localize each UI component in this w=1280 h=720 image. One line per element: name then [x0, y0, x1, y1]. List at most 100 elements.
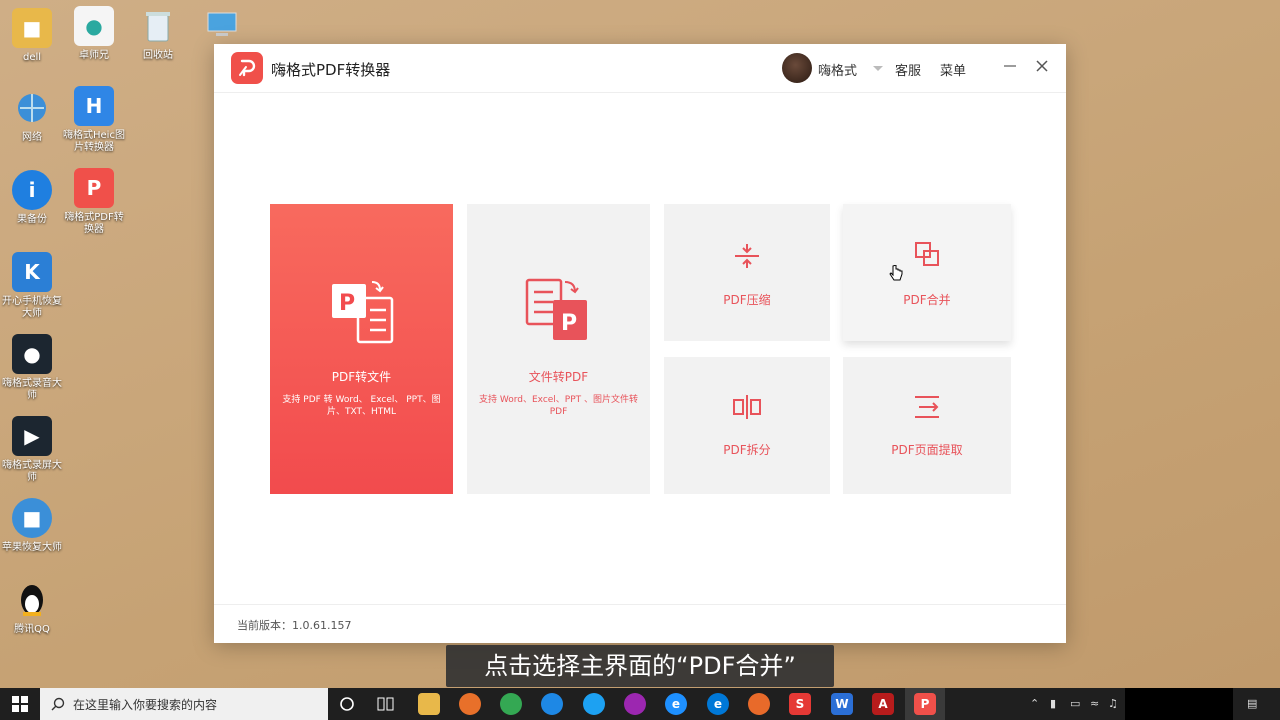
- compress-icon: [735, 244, 759, 268]
- app-icon: ●: [74, 6, 114, 46]
- tile-label: PDF拆分: [723, 443, 771, 457]
- network-icon: [12, 88, 52, 128]
- tile-description: 支持 PDF 转 Word、 Excel、 PPT、图片、TXT、HTML: [282, 395, 441, 417]
- desktop-icon-recycle-bin[interactable]: 回收站: [126, 6, 190, 62]
- tile-pdf-merge[interactable]: PDF合并: [843, 204, 1011, 341]
- sogou-icon[interactable]: S: [789, 693, 811, 715]
- close-icon[interactable]: [1032, 56, 1052, 76]
- notification-icon[interactable]: ▤: [1247, 697, 1257, 710]
- heic-app-icon: H: [74, 86, 114, 126]
- search-icon: [51, 697, 65, 711]
- desktop-icon-label: 果备份: [17, 214, 47, 225]
- extract-icon: [915, 396, 939, 418]
- tile-pdf-compress[interactable]: PDF压缩: [664, 204, 830, 341]
- customer-service-link[interactable]: 客服: [895, 60, 921, 79]
- recycle-bin-icon: [138, 6, 178, 46]
- player-icon[interactable]: [624, 693, 646, 715]
- desktop-icon-label: 苹果恢复大师: [2, 542, 62, 553]
- info-icon: i: [12, 170, 52, 210]
- tile-file-to-pdf[interactable]: P 文件转PDF 支持 Word、Excel、PPT 、图片文件转 PDF: [467, 204, 650, 494]
- start-button[interactable]: [0, 688, 40, 720]
- desktop-icon-network[interactable]: 网络: [0, 88, 64, 144]
- wps-writer-icon[interactable]: W: [831, 693, 853, 715]
- task-view-icon[interactable]: [375, 693, 397, 715]
- pdf-app-icon: P: [74, 168, 114, 208]
- tile-label: PDF合并: [903, 293, 951, 307]
- desktop-icon-zhuoshixiong[interactable]: ● 卓师兄: [62, 6, 126, 62]
- desktop-icon-label: 嗨格式录音大师: [2, 378, 62, 401]
- chrome-icon[interactable]: [500, 693, 522, 715]
- battery-icon[interactable]: ▭: [1070, 697, 1080, 710]
- file-explorer-icon[interactable]: [418, 693, 440, 715]
- edge-icon[interactable]: e: [707, 693, 729, 715]
- desktop-icon-phone-recovery[interactable]: K 开心手机恢复大师: [0, 252, 64, 320]
- chevron-up-icon[interactable]: ⌃: [1030, 697, 1039, 710]
- desktop-icon-label: dell: [22, 52, 42, 63]
- chevron-down-icon[interactable]: [873, 66, 883, 71]
- ie-icon[interactable]: e: [665, 693, 687, 715]
- tile-label: 文件转PDF: [528, 370, 589, 384]
- desktop-icon-label: 回收站: [143, 50, 173, 61]
- video-app-icon[interactable]: [748, 693, 770, 715]
- desktop-icon-audio-recorder[interactable]: ● 嗨格式录音大师: [0, 334, 64, 402]
- avatar[interactable]: [782, 53, 812, 83]
- version-text: 当前版本：1.0.61.157: [237, 619, 352, 632]
- merge-icon: [915, 242, 939, 266]
- svg-text:P: P: [561, 311, 577, 336]
- app-logo-icon: [231, 52, 263, 84]
- desktop-icon-pdf-converter[interactable]: P 嗨格式PDF转换器: [62, 168, 126, 236]
- window-footer: 当前版本：1.0.61.157: [214, 604, 1066, 643]
- taskbar: 在这里输入你要搜索的内容 e e S W A P ⌃ ▮ ▭ ≈ ♫ ▤: [0, 688, 1280, 720]
- minimize-icon[interactable]: [1000, 56, 1020, 76]
- k-app-icon: K: [12, 252, 52, 292]
- title-bar: 嗨格式PDF转换器 嗨格式 客服 菜单: [214, 44, 1066, 93]
- cube-icon: ■: [12, 498, 52, 538]
- tile-description: 支持 Word、Excel、PPT 、图片文件转 PDF: [478, 395, 639, 417]
- windows-logo-icon: [12, 696, 28, 712]
- wifi-icon[interactable]: ≈: [1090, 697, 1099, 710]
- pdf-converter-window: 嗨格式PDF转换器 嗨格式 客服 菜单 P PDF转文件 支持 PDF 转 Wo…: [214, 44, 1066, 643]
- microphone-icon[interactable]: ▮: [1050, 697, 1056, 710]
- split-icon: [733, 395, 761, 419]
- video-camera-icon: ▶: [12, 416, 52, 456]
- app-title: 嗨格式PDF转换器: [271, 61, 391, 79]
- cortana-icon[interactable]: [336, 693, 358, 715]
- desktop-icon-label: 嗨格式Heic图片转换器: [63, 130, 125, 153]
- hand-cursor-icon: [889, 265, 903, 281]
- tile-label: PDF压缩: [723, 293, 771, 307]
- volume-icon[interactable]: ♫: [1108, 697, 1118, 710]
- penguin-icon: [12, 580, 52, 620]
- desktop-icon-label: 腾讯QQ: [14, 624, 50, 635]
- computer-icon: [202, 6, 242, 46]
- desktop-icon-label: 卓师兄: [79, 50, 109, 61]
- video-caption: 点击选择主界面的“PDF合并”: [446, 645, 834, 687]
- tile-pdf-split[interactable]: PDF拆分: [664, 357, 830, 494]
- tile-label: PDF转文件: [331, 370, 392, 384]
- firefox-icon[interactable]: [459, 693, 481, 715]
- search-placeholder: 在这里输入你要搜索的内容: [73, 698, 218, 712]
- desktop-icon-apple-recovery[interactable]: ■ 苹果恢复大师: [0, 498, 64, 554]
- tile-label: PDF页面提取: [891, 443, 963, 457]
- desktop-icon-dell[interactable]: ■ dell: [0, 8, 64, 64]
- taskbar-search[interactable]: 在这里输入你要搜索的内容: [40, 688, 328, 720]
- browser-icon[interactable]: [541, 693, 563, 715]
- clock[interactable]: [1125, 688, 1233, 720]
- desktop-icon-screen-recorder[interactable]: ▶ 嗨格式录屏大师: [0, 416, 64, 484]
- pdf-to-file-icon: P: [332, 281, 394, 344]
- pdf-converter-taskbar-icon[interactable]: P: [914, 693, 936, 715]
- svg-text:P: P: [339, 291, 355, 316]
- pdf-reader-icon[interactable]: A: [872, 693, 894, 715]
- desktop-icon-label: 嗨格式PDF转换器: [64, 212, 124, 235]
- desktop-icon-label: 嗨格式录屏大师: [2, 460, 62, 483]
- desktop-icon-label: 开心手机恢复大师: [2, 296, 62, 319]
- tile-pdf-to-file[interactable]: P PDF转文件 支持 PDF 转 Word、 Excel、 PPT、图片、TX…: [270, 204, 453, 494]
- desktop-icon-heic-converter[interactable]: H 嗨格式Heic图片转换器: [62, 86, 126, 154]
- microphone-icon: ●: [12, 334, 52, 374]
- tile-pdf-page-extract[interactable]: PDF页面提取: [843, 357, 1011, 494]
- username[interactable]: 嗨格式: [818, 60, 857, 79]
- app-icon[interactable]: [583, 693, 605, 715]
- menu-link[interactable]: 菜单: [940, 60, 966, 79]
- desktop-icon-apple-backup[interactable]: i 果备份: [0, 170, 64, 226]
- folder-icon: ■: [12, 8, 52, 48]
- desktop-icon-qq[interactable]: 腾讯QQ: [0, 580, 64, 636]
